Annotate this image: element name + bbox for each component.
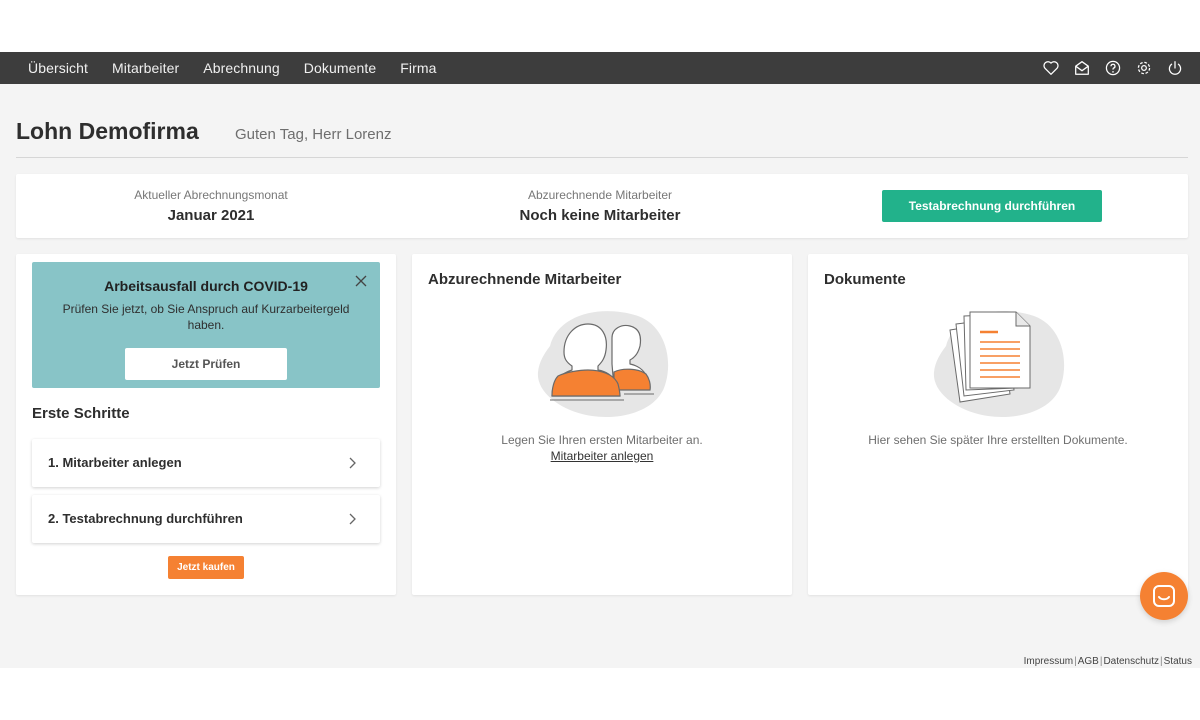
nav-item-documents[interactable]: Dokumente xyxy=(304,60,377,76)
add-employee-link[interactable]: Mitarbeiter anlegen xyxy=(412,449,792,463)
step-label: 2. Testabrechnung durchführen xyxy=(48,511,243,526)
employees-card-title: Abzurechnende Mitarbeiter xyxy=(428,271,622,288)
employees-illustration-icon xyxy=(537,311,669,417)
footer-link-status[interactable]: Status xyxy=(1164,656,1192,667)
footer-link-privacy[interactable]: Datenschutz xyxy=(1103,656,1159,667)
employee-count-block: Abzurechnende Mitarbeiter Noch keine Mit… xyxy=(405,188,795,224)
billing-summary-card: Aktueller Abrechnungsmonat Januar 2021 A… xyxy=(16,174,1188,238)
page-header: Lohn Demofirma Guten Tag, Herr Lorenz xyxy=(16,118,1188,158)
covid-banner: Arbeitsausfall durch COVID-19 Prüfen Sie… xyxy=(32,262,380,388)
covid-banner-text: Prüfen Sie jetzt, ob Sie Anspruch auf Ku… xyxy=(62,302,350,332)
employee-count-label: Abzurechnende Mitarbeiter xyxy=(527,188,673,202)
app-container: Übersicht Mitarbeiter Abrechnung Dokumen… xyxy=(0,52,1200,668)
nav-icon-group xyxy=(1029,52,1184,84)
nav-item-employees[interactable]: Mitarbeiter xyxy=(112,60,179,76)
employees-empty-text: Legen Sie Ihren ersten Mitarbeiter an. xyxy=(501,433,703,447)
chevron-right-icon xyxy=(349,457,356,469)
help-icon[interactable] xyxy=(1104,59,1122,77)
test-billing-button[interactable]: Testabrechnung durchführen xyxy=(882,190,1102,222)
power-icon[interactable] xyxy=(1166,59,1184,77)
settings-icon[interactable] xyxy=(1135,59,1153,77)
billing-month-label: Aktueller Abrechnungsmonat xyxy=(134,188,288,202)
getting-started-card: Arbeitsausfall durch COVID-19 Prüfen Sie… xyxy=(16,254,396,595)
buy-now-button[interactable]: Jetzt kaufen xyxy=(168,556,244,579)
close-icon[interactable] xyxy=(354,274,368,288)
step-label: 1. Mitarbeiter anlegen xyxy=(48,455,182,470)
nav-item-company[interactable]: Firma xyxy=(400,60,436,76)
page-title: Lohn Demofirma xyxy=(16,118,199,144)
footer-links: Impressum|AGB|Datenschutz|Status xyxy=(1023,656,1192,667)
chat-icon xyxy=(1153,585,1175,607)
chat-launcher-button[interactable] xyxy=(1140,572,1188,620)
step-test-billing[interactable]: 2. Testabrechnung durchführen xyxy=(32,495,380,543)
footer-link-imprint[interactable]: Impressum xyxy=(1024,656,1073,667)
heart-icon[interactable] xyxy=(1042,59,1060,77)
footer-link-terms[interactable]: AGB xyxy=(1078,656,1099,667)
documents-card: Dokumente Hier sehen Sie später Ihre ers… xyxy=(808,254,1188,595)
billing-month-value: Januar 2021 xyxy=(167,207,255,224)
greeting-text: Guten Tag, Herr Lorenz xyxy=(235,126,392,143)
documents-card-title: Dokumente xyxy=(824,271,906,288)
top-navigation: Übersicht Mitarbeiter Abrechnung Dokumen… xyxy=(0,52,1200,84)
documents-empty-text: Hier sehen Sie später Ihre erstellten Do… xyxy=(868,433,1128,447)
covid-banner-title: Arbeitsausfall durch COVID-19 xyxy=(104,278,308,294)
step-add-employee[interactable]: 1. Mitarbeiter anlegen xyxy=(32,439,380,487)
check-now-button[interactable]: Jetzt Prüfen xyxy=(125,348,287,380)
mail-icon[interactable] xyxy=(1073,59,1091,77)
nav-item-billing[interactable]: Abrechnung xyxy=(203,60,280,76)
employees-card: Abzurechnende Mitarbeiter Legen Sie Ihre… xyxy=(412,254,792,595)
employee-count-value: Noch keine Mitarbeiter xyxy=(519,207,681,224)
nav-item-overview[interactable]: Übersicht xyxy=(28,60,88,76)
chevron-right-icon xyxy=(349,513,356,525)
documents-illustration-icon xyxy=(933,311,1065,417)
billing-month-block: Aktueller Abrechnungsmonat Januar 2021 xyxy=(16,188,406,224)
first-steps-title: Erste Schritte xyxy=(32,405,130,422)
